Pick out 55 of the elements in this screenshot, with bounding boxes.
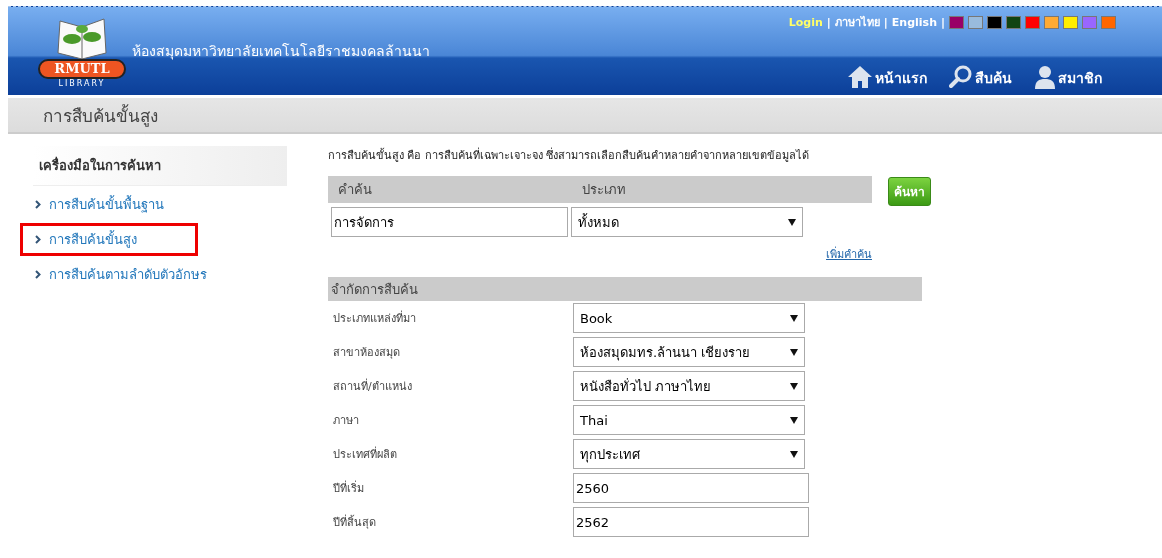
theme-swatch[interactable] <box>1044 15 1059 29</box>
theme-swatch[interactable] <box>1063 15 1078 29</box>
theme-swatch[interactable] <box>968 15 983 29</box>
search-icon <box>949 65 973 89</box>
caret-icon <box>790 416 798 424</box>
nav-link[interactable]: หน้าแรก <box>847 65 927 89</box>
add-term-link[interactable]: เพิ่มคำค้น <box>328 245 872 263</box>
field-label: ปีที่เริ่ม <box>332 479 365 497</box>
term-field[interactable]: การจัดการ <box>331 207 568 237</box>
chevron-icon <box>35 235 41 244</box>
separator: | <box>826 15 831 29</box>
limit-header: จำกัดการสืบค้น <box>328 277 922 301</box>
sidebar-link[interactable]: การสืบค้นตามลำดับตัวอักษร <box>20 258 220 291</box>
separator: | <box>883 15 888 29</box>
site-title: ห้องสมุดมหาวิทยาลัยเทคโนโลยีราชมงคลล้านนา <box>132 42 430 62</box>
chevron-icon <box>35 200 41 209</box>
page-title: การสืบค้นขั้นสูง <box>43 103 158 129</box>
field-label: ปีที่สิ้นสุด <box>332 513 377 531</box>
intro-text: การสืบค้นขั้นสูง คือ การสืบค้นที่เฉพาะเจาะจง ซึ่งสามารถเลือกสืบค้นคำหลายคำจากหลายเขตข้อมูลได้ <box>328 146 811 164</box>
caret-icon <box>790 382 798 390</box>
theme-swatch[interactable] <box>1082 15 1097 29</box>
library-logo: RMUTL LIBRARY <box>40 14 124 88</box>
home-icon <box>847 65 873 89</box>
caret-icon <box>790 348 798 356</box>
year-field[interactable]: 2562 <box>573 507 809 537</box>
separator: | <box>940 15 945 29</box>
theme-swatch[interactable] <box>1101 15 1116 29</box>
theme-swatch[interactable] <box>949 15 964 29</box>
field-label: สถานที่/ตำแหน่ง <box>332 377 413 395</box>
nav-link[interactable]: สมาชิก <box>1034 65 1102 89</box>
theme-swatch[interactable] <box>1025 15 1040 29</box>
field-label: สาขาห้องสมุด <box>332 345 401 361</box>
caret-icon <box>788 218 796 226</box>
field-label: ภาษา <box>332 413 360 429</box>
field-label: ประเทศที่ผลิต <box>332 445 398 463</box>
filter-select[interactable]: ทุกประเทศ <box>573 439 805 469</box>
person-icon <box>1034 65 1056 89</box>
caret-icon <box>790 450 798 458</box>
column-header: ประเภท <box>581 181 627 199</box>
filter-select[interactable]: ห้องสมุดมทร.ล้านนา เชียงราย <box>573 337 805 367</box>
sidebar-link[interactable]: การสืบค้นขั้นพื้นฐาน <box>20 188 177 221</box>
nav-link[interactable]: สืบค้น <box>949 65 1012 89</box>
caret-icon <box>790 314 798 322</box>
sidebar-title: เครื่องมือในการค้นหา <box>33 146 287 186</box>
year-field[interactable]: 2560 <box>573 473 809 503</box>
theme-swatch[interactable] <box>987 15 1002 29</box>
filter-select[interactable]: Thai <box>573 405 805 435</box>
column-header: คำค้น <box>337 181 373 199</box>
theme-swatch[interactable] <box>1006 15 1021 29</box>
chevron-icon <box>35 270 41 279</box>
sidebar-link[interactable]: การสืบค้นขั้นสูง <box>20 223 198 256</box>
type-select[interactable]: ทั้งหมด <box>571 207 803 237</box>
filter-select[interactable]: Book <box>573 303 805 333</box>
filter-select[interactable]: หนังสือทั่วไป ภาษาไทย <box>573 371 805 401</box>
field-label: ประเภทแหล่งที่มา <box>332 309 417 327</box>
